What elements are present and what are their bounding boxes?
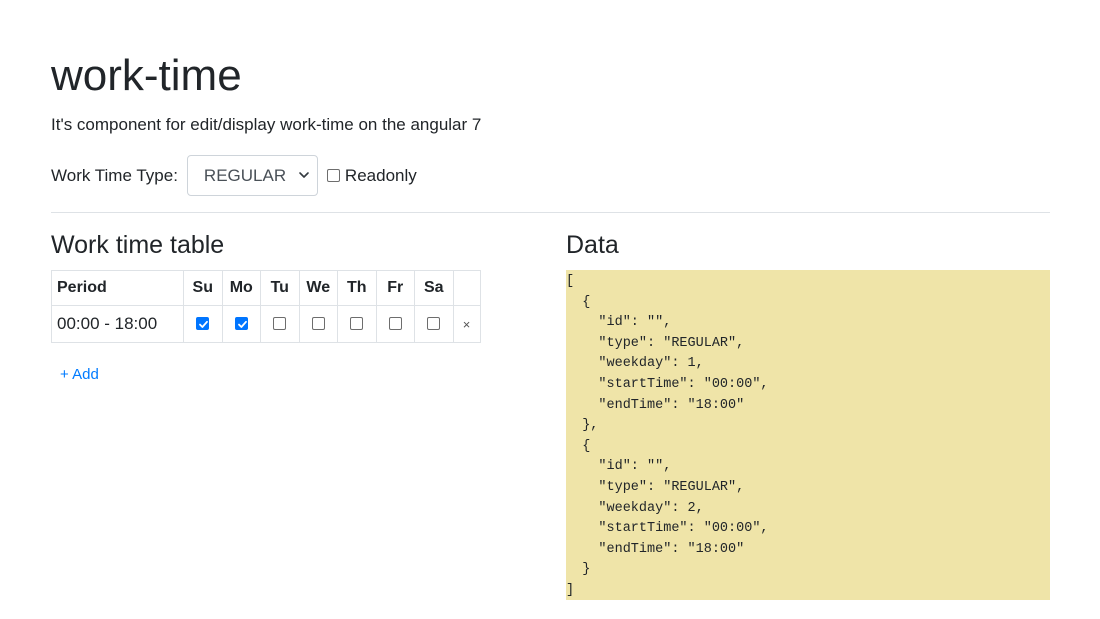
column-header-actions — [452, 270, 481, 306]
work-time-type-selected-value: REGULAR — [203, 165, 287, 185]
column-header-sa: Sa — [414, 270, 454, 306]
day-cell — [337, 305, 377, 343]
page-title: work-time — [51, 51, 242, 100]
day-cell — [221, 305, 261, 343]
readonly-toggle[interactable]: Readonly — [326, 165, 417, 186]
column-header-fr: Fr — [375, 270, 415, 306]
column-header-th: Th — [337, 270, 377, 306]
column-header-tu: Tu — [260, 270, 300, 306]
day-checkbox-mo[interactable] — [234, 317, 248, 331]
column-header-mo: Mo — [221, 270, 261, 306]
chevron-down-icon — [299, 172, 309, 178]
work-time-table: Period Su Mo Tu We Th Fr Sa 00:00 - 18:0… — [51, 270, 481, 343]
work-time-type-select[interactable]: REGULAR — [186, 155, 318, 196]
data-json-text: [ { "id": "", "type": "REGULAR", "weekda… — [566, 274, 769, 598]
data-json-panel: [ { "id": "", "type": "REGULAR", "weekda… — [566, 270, 1050, 600]
data-heading: Data — [566, 231, 619, 259]
page-subtitle: It's component for edit/display work-tim… — [51, 115, 482, 134]
add-row-link[interactable]: + Add — [60, 366, 99, 383]
day-cell — [414, 305, 454, 343]
day-checkbox-th[interactable] — [350, 317, 364, 331]
readonly-label: Readonly — [344, 165, 417, 185]
period-cell[interactable]: 00:00 - 18:00 — [51, 305, 184, 343]
day-cell — [375, 305, 415, 343]
table-row: 00:00 - 18:00 × — [51, 305, 481, 343]
close-icon: × — [462, 316, 471, 332]
readonly-checkbox[interactable] — [326, 169, 340, 182]
column-header-we: We — [298, 270, 338, 306]
day-checkbox-fr[interactable] — [388, 317, 402, 331]
work-time-type-label: Work Time Type: — [51, 165, 178, 185]
column-header-period: Period — [51, 270, 184, 306]
day-cell — [260, 305, 300, 343]
day-checkbox-sa[interactable] — [427, 317, 441, 331]
controls-bar: Work Time Type: REGULAR Readonly — [51, 155, 417, 196]
work-time-table-heading: Work time table — [51, 231, 225, 259]
day-checkbox-we[interactable] — [311, 317, 325, 331]
day-cell — [183, 305, 223, 343]
column-header-su: Su — [183, 270, 223, 306]
day-cell — [298, 305, 338, 343]
remove-row-button[interactable]: × — [452, 305, 481, 343]
day-checkbox-tu[interactable] — [273, 317, 287, 331]
table-header-row: Period Su Mo Tu We Th Fr Sa — [51, 270, 481, 306]
section-divider — [51, 212, 1050, 213]
day-checkbox-su[interactable] — [196, 317, 210, 331]
